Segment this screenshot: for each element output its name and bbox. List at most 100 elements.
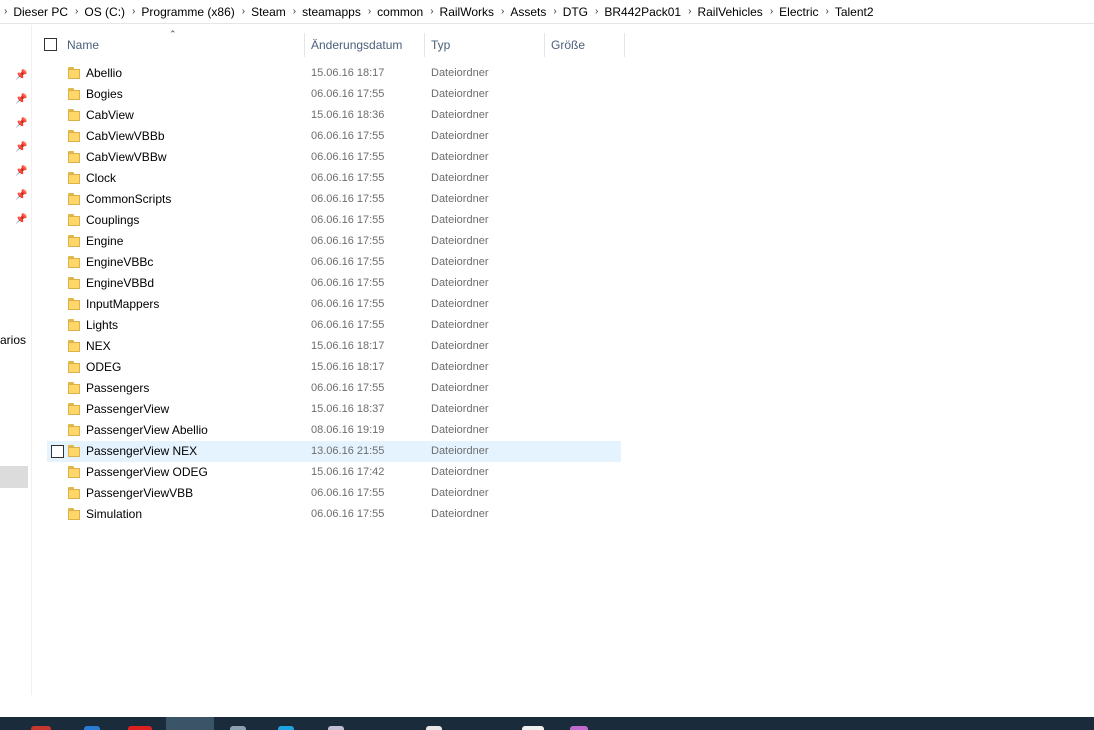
file-name[interactable]: PassengerView Abellio bbox=[86, 423, 208, 437]
file-name[interactable]: PassengerViewVBB bbox=[86, 486, 193, 500]
file-name[interactable]: CabViewVBBw bbox=[86, 150, 166, 164]
file-name[interactable]: Clock bbox=[86, 171, 116, 185]
breadcrumb-chevron-icon[interactable]: › bbox=[361, 6, 377, 17]
file-name[interactable]: Abellio bbox=[86, 66, 122, 80]
file-row[interactable]: Clock 06.06.16 17:55 Dateiordner bbox=[0, 168, 1094, 189]
file-date: 06.06.16 17:55 bbox=[311, 319, 385, 331]
file-name[interactable]: ODEG bbox=[86, 360, 121, 374]
column-header-name[interactable]: Name bbox=[67, 33, 99, 57]
column-divider[interactable] bbox=[544, 33, 545, 57]
taskbar-app-icon[interactable] bbox=[278, 726, 294, 730]
select-all-checkbox[interactable] bbox=[44, 38, 57, 51]
file-name[interactable]: EngineVBBc bbox=[86, 255, 153, 269]
breadcrumb-chevron-icon[interactable]: › bbox=[681, 6, 697, 17]
breadcrumb-chevron-icon[interactable]: › bbox=[588, 6, 604, 17]
row-checkbox[interactable] bbox=[51, 445, 64, 458]
breadcrumb-chevron-icon[interactable]: › bbox=[0, 6, 13, 17]
breadcrumb-item[interactable]: BR442Pack01 bbox=[604, 5, 681, 19]
file-row[interactable]: PassengerView 15.06.16 18:37 Dateiordner bbox=[0, 399, 1094, 420]
folder-icon bbox=[68, 382, 80, 394]
file-row[interactable]: ODEG 15.06.16 18:17 Dateiordner bbox=[0, 357, 1094, 378]
breadcrumb-chevron-icon[interactable]: › bbox=[819, 6, 835, 17]
file-row[interactable]: Engine 06.06.16 17:55 Dateiordner bbox=[0, 231, 1094, 252]
breadcrumb-item[interactable]: Dieser PC bbox=[13, 5, 68, 19]
file-row[interactable]: CabViewVBBb 06.06.16 17:55 Dateiordner bbox=[0, 126, 1094, 147]
file-row[interactable]: EngineVBBd 06.06.16 17:55 Dateiordner bbox=[0, 273, 1094, 294]
column-divider[interactable] bbox=[424, 33, 425, 57]
breadcrumb-chevron-icon[interactable]: › bbox=[125, 6, 141, 17]
breadcrumb-item[interactable]: Steam bbox=[251, 5, 286, 19]
file-name[interactable]: Engine bbox=[86, 234, 123, 248]
file-row[interactable]: Lights 06.06.16 17:55 Dateiordner bbox=[0, 315, 1094, 336]
file-row[interactable]: PassengerView ODEG 15.06.16 17:42 Dateiord… bbox=[0, 462, 1094, 483]
file-name[interactable]: Lights bbox=[86, 318, 118, 332]
file-row[interactable]: PassengerView Abellio 08.06.16 19:19 Datei… bbox=[0, 420, 1094, 441]
file-name[interactable]: CabView bbox=[86, 108, 134, 122]
file-type: Dateiordner bbox=[431, 88, 489, 100]
column-header-date[interactable]: Änderungsdatum bbox=[311, 33, 402, 57]
file-type: Dateiordner bbox=[431, 151, 489, 163]
file-row[interactable]: CommonScripts 06.06.16 17:55 Dateiordner bbox=[0, 189, 1094, 210]
file-name[interactable]: Bogies bbox=[86, 87, 123, 101]
breadcrumb-item[interactable]: RailVehicles bbox=[697, 5, 762, 19]
breadcrumb-item[interactable]: common bbox=[377, 5, 423, 19]
taskbar-app-icon[interactable] bbox=[570, 726, 588, 730]
file-name[interactable]: Couplings bbox=[86, 213, 139, 227]
column-header-size[interactable]: Größe bbox=[551, 33, 585, 57]
taskbar-app-icon[interactable] bbox=[522, 726, 544, 730]
file-row[interactable]: PassengerView NEX 13.06.16 21:55 Dateiordn… bbox=[0, 441, 1094, 462]
file-row[interactable]: PassengerViewVBB 06.06.16 17:55 Dateiordne… bbox=[0, 483, 1094, 504]
file-row[interactable]: CabView 15.06.16 18:36 Dateiordner bbox=[0, 105, 1094, 126]
breadcrumb-item[interactable]: OS (C:) bbox=[84, 5, 125, 19]
file-type: Dateiordner bbox=[431, 235, 489, 247]
breadcrumb-chevron-icon[interactable]: › bbox=[235, 6, 251, 17]
breadcrumb-item[interactable]: DTG bbox=[563, 5, 588, 19]
file-row[interactable]: Simulation 06.06.16 17:55 Dateiordner bbox=[0, 504, 1094, 525]
file-row[interactable]: Abellio 15.06.16 18:17 Dateiordner bbox=[0, 63, 1094, 84]
breadcrumb-chevron-icon[interactable]: › bbox=[494, 6, 510, 17]
folder-icon bbox=[68, 130, 80, 142]
taskbar-active-app[interactable] bbox=[166, 717, 214, 730]
taskbar-app-icon[interactable] bbox=[84, 726, 100, 730]
file-row[interactable]: CabViewVBBw 06.06.16 17:55 Dateiordner bbox=[0, 147, 1094, 168]
file-type: Dateiordner bbox=[431, 382, 489, 394]
file-name[interactable]: CabViewVBBb bbox=[86, 129, 165, 143]
taskbar-app-icon[interactable] bbox=[328, 726, 344, 730]
taskbar-app-icon[interactable] bbox=[230, 726, 246, 730]
folder-icon bbox=[68, 340, 80, 352]
file-name[interactable]: InputMappers bbox=[86, 297, 159, 311]
breadcrumb-chevron-icon[interactable]: › bbox=[423, 6, 439, 17]
column-divider[interactable] bbox=[624, 33, 625, 57]
file-row[interactable]: InputMappers 06.06.16 17:55 Dateiordner bbox=[0, 294, 1094, 315]
file-row[interactable]: Bogies 06.06.16 17:55 Dateiordner bbox=[0, 84, 1094, 105]
breadcrumb-chevron-icon[interactable]: › bbox=[546, 6, 562, 17]
breadcrumb-chevron-icon[interactable]: › bbox=[68, 6, 84, 17]
file-date: 06.06.16 17:55 bbox=[311, 298, 385, 310]
column-divider[interactable] bbox=[304, 33, 305, 57]
breadcrumb-item[interactable]: Electric bbox=[779, 5, 818, 19]
breadcrumb-item[interactable]: RailWorks bbox=[440, 5, 494, 19]
file-name[interactable]: Passengers bbox=[86, 381, 149, 395]
file-row[interactable]: NEX 15.06.16 18:17 Dateiordner bbox=[0, 336, 1094, 357]
file-name[interactable]: CommonScripts bbox=[86, 192, 171, 206]
address-bar[interactable]: › Dieser PC › OS (C:) › Programme (x86) › Steam… bbox=[0, 0, 1094, 24]
taskbar-app-icon[interactable] bbox=[31, 726, 51, 730]
breadcrumb-item[interactable]: Programme (x86) bbox=[141, 5, 234, 19]
breadcrumb-chevron-icon[interactable]: › bbox=[763, 6, 779, 17]
breadcrumb-item[interactable]: Assets bbox=[510, 5, 546, 19]
file-name[interactable]: PassengerView NEX bbox=[86, 444, 197, 458]
breadcrumb-chevron-icon[interactable]: › bbox=[286, 6, 302, 17]
file-row[interactable]: Couplings 06.06.16 17:55 Dateiordner bbox=[0, 210, 1094, 231]
file-name[interactable]: Simulation bbox=[86, 507, 142, 521]
file-name[interactable]: NEX bbox=[86, 339, 111, 353]
taskbar-app-icon[interactable] bbox=[128, 726, 152, 730]
taskbar-app-icon[interactable] bbox=[426, 726, 442, 730]
breadcrumb-item[interactable]: Talent2 bbox=[835, 5, 874, 19]
breadcrumb-item[interactable]: steamapps bbox=[302, 5, 361, 19]
column-header-type[interactable]: Typ bbox=[431, 33, 450, 57]
file-name[interactable]: EngineVBBd bbox=[86, 276, 154, 290]
file-name[interactable]: PassengerView bbox=[86, 402, 169, 416]
file-name[interactable]: PassengerView ODEG bbox=[86, 465, 208, 479]
file-row[interactable]: EngineVBBc 06.06.16 17:55 Dateiordner bbox=[0, 252, 1094, 273]
file-row[interactable]: Passengers 06.06.16 17:55 Dateiordner bbox=[0, 378, 1094, 399]
